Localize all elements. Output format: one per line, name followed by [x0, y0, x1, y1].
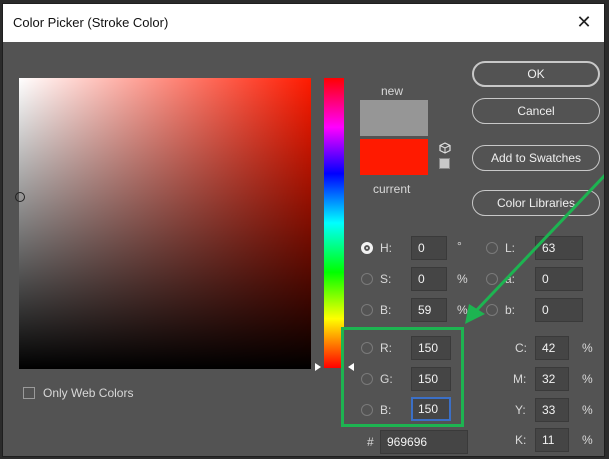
color-field[interactable]: [19, 78, 311, 369]
label-k: K:: [515, 433, 527, 447]
label-c: C:: [515, 341, 527, 355]
only-web-colors-label: Only Web Colors: [43, 386, 134, 400]
hex-field[interactable]: 969696: [380, 430, 468, 454]
radio-hue[interactable]: [361, 242, 373, 254]
current-label: current: [373, 182, 411, 196]
unit-percent-m: %: [582, 372, 593, 386]
new-label: new: [381, 84, 404, 98]
new-color-swatch: [360, 100, 428, 136]
annotation-arrow: [465, 174, 604, 324]
hue-slider-left-arrow[interactable]: [315, 363, 321, 371]
cyan-field[interactable]: 42: [535, 336, 569, 360]
unit-percent-y: %: [582, 403, 593, 417]
yellow-field[interactable]: 33: [535, 398, 569, 422]
brightness-field[interactable]: 59: [411, 298, 447, 322]
hue-slider[interactable]: [324, 78, 344, 368]
title-bar: Color Picker (Stroke Color) ✕: [3, 4, 604, 42]
color-picker-dialog: Color Picker (Stroke Color) ✕ new curren…: [2, 3, 605, 457]
black-field[interactable]: 11: [535, 428, 569, 452]
label-b: B:: [380, 303, 392, 317]
unit-percent-k: %: [582, 433, 593, 447]
radio-brightness[interactable]: [361, 304, 373, 316]
saturation-field[interactable]: 0: [411, 267, 447, 291]
cancel-button[interactable]: Cancel: [472, 98, 600, 124]
color-field-marker[interactable]: [15, 192, 25, 202]
cube-icon[interactable]: [439, 142, 451, 154]
radio-saturation[interactable]: [361, 273, 373, 285]
magenta-field[interactable]: 32: [535, 367, 569, 391]
hex-label: #: [367, 435, 374, 449]
label-y: Y:: [515, 403, 526, 417]
label-s: S:: [380, 272, 392, 286]
unit-percent-c: %: [582, 341, 593, 355]
ok-button[interactable]: OK: [472, 61, 600, 87]
label-h: H:: [380, 241, 392, 255]
window-title: Color Picker (Stroke Color): [13, 15, 169, 30]
hue-field[interactable]: 0: [411, 236, 447, 260]
close-icon[interactable]: ✕: [572, 10, 596, 34]
label-m: M:: [513, 372, 527, 386]
only-web-colors-checkbox[interactable]: [23, 387, 35, 399]
current-color-swatch[interactable]: [360, 139, 428, 175]
rgb-highlight-box: [341, 327, 464, 427]
